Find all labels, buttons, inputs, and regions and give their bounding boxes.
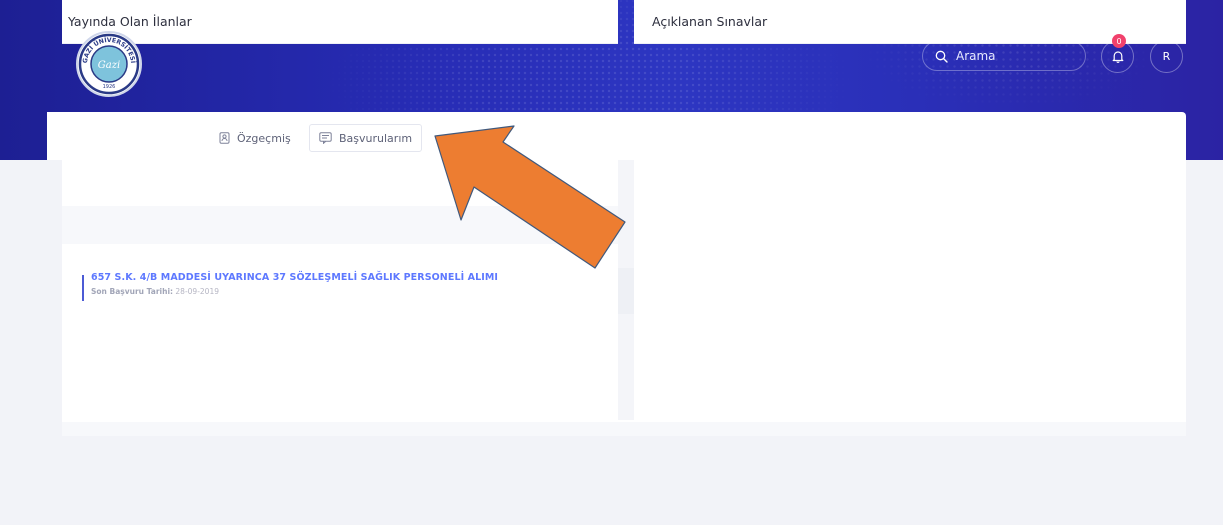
search-box[interactable]: Arama [922,41,1086,71]
nav-card: Özgeçmiş Başvurularım [47,112,1186,160]
search-icon [935,50,948,63]
announced-exams-header: Açıklanan Sınavlar [634,0,1186,44]
listing-title-link[interactable]: 657 S.K. 4/B MADDESİ UYARINCA 37 SÖZLEŞM… [91,272,602,283]
deadline-value: 28-09-2019 [175,287,219,296]
notification-badge: 0 [1112,34,1126,48]
university-logo[interactable]: GAZİ ÜNİVERSİTESİ Gazi 1926 [76,31,142,97]
listing-deadline: Son Başvuru Tarihi: 28-09-2019 [91,287,602,296]
tab-basvurularim-label: Başvurularım [339,131,413,145]
published-listings-header: Yayında Olan İlanlar [62,0,618,44]
user-menu-button[interactable]: R [1150,40,1183,73]
column-divider-strip [618,268,634,314]
list-item-accent [82,275,84,301]
cv-icon [219,132,230,144]
published-listings-title: Yayında Olan İlanlar [68,14,192,29]
list-spacer [62,206,618,244]
search-placeholder: Arama [956,49,996,63]
deadline-label: Son Başvuru Tarihi: [91,287,174,296]
tab-ozgecmis-label: Özgeçmiş [237,131,291,145]
logo-year: 1926 [103,84,116,90]
announced-exams-title: Açıklanan Sınavlar [652,14,768,29]
tab-ozgecmis[interactable]: Özgeçmiş [210,124,300,152]
user-icon: R [1162,50,1171,63]
list-item[interactable]: 657 S.K. 4/B MADDESİ UYARINCA 37 SÖZLEŞM… [82,272,602,301]
logo-emblem: GAZİ ÜNİVERSİTESİ Gazi 1926 [78,33,140,95]
bell-icon [1112,51,1123,63]
tab-basvurularim[interactable]: Başvurularım [309,124,423,152]
applications-icon [319,132,332,144]
logo-script: Gazi [98,60,120,71]
